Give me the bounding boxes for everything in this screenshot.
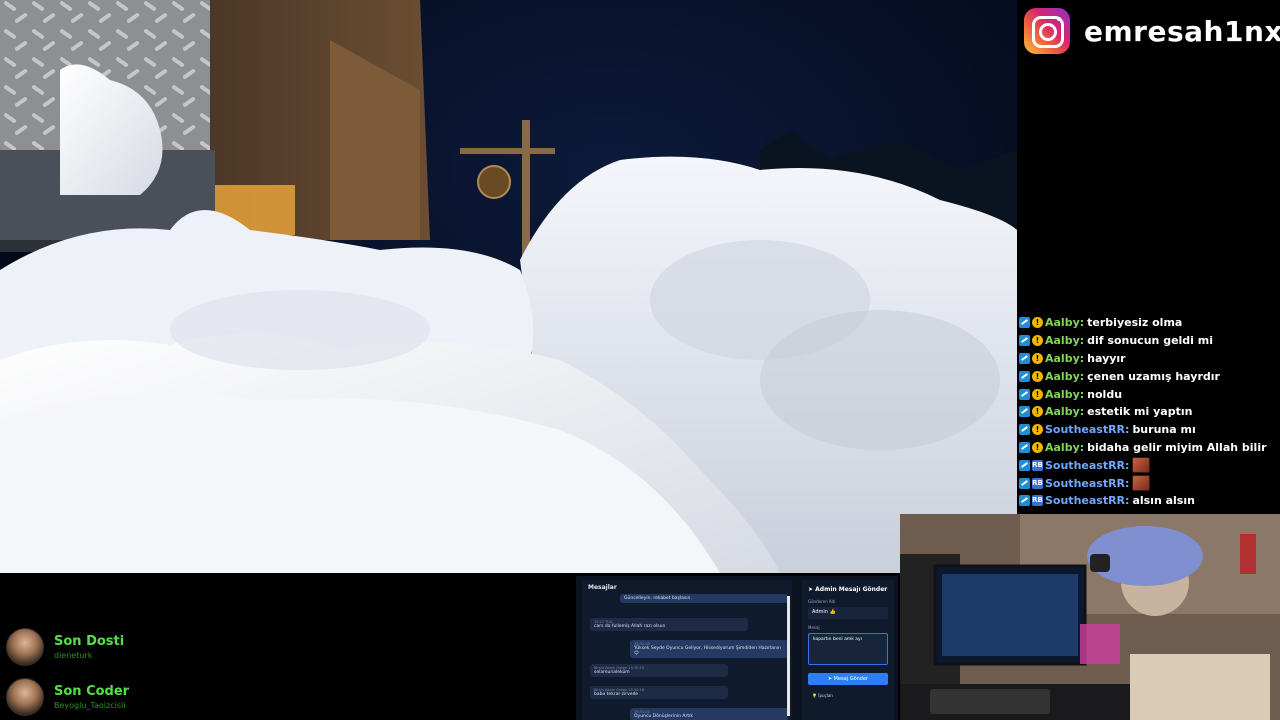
prime-badge-icon — [1019, 441, 1030, 453]
bubble-text: baba tekrar zirvede — [594, 692, 639, 697]
prime-badge-icon — [1019, 317, 1030, 329]
chat-message: ! Aalby: çenen uzamış hayrdır — [1019, 367, 1277, 385]
prime-badge-icon — [1019, 459, 1030, 471]
chat-username[interactable]: SoutheastRR: — [1045, 477, 1129, 490]
prime-badge-icon — [1019, 495, 1030, 507]
chat-text: dif sonucun geldi mi — [1087, 334, 1214, 348]
event-username: Beyoglu_Taoizcisli — [54, 701, 126, 710]
chat-text: çenen uzamış hayrdır — [1087, 369, 1220, 383]
warning-badge-icon: ! — [1032, 406, 1043, 418]
webcam-feed — [900, 514, 1280, 720]
chat-message: ! Aalby: bidaha gelir miyim Allah bilir — [1019, 439, 1277, 457]
chat-text: terbiyesiz olma — [1087, 316, 1183, 330]
chat-message: ! Aalby: estetik mi yaptın — [1019, 403, 1277, 421]
chat-text: estetik mi yaptın — [1087, 405, 1193, 419]
bubble-text: Güncelleyin, rekabet başlasın. — [624, 596, 692, 601]
warning-badge-icon: ! — [1032, 441, 1043, 453]
instagram-handle: emresah1nx — [1084, 14, 1280, 48]
warning-badge-icon: ! — [1032, 388, 1043, 400]
prime-badge-icon — [1019, 335, 1030, 347]
last-coder-event: Son Coder Beyoglu_Taoizcisli — [6, 678, 129, 716]
chat-text: alsın alsın — [1132, 494, 1195, 508]
bubble-text: Oyuncu Dönüşlerinin Artık — [634, 714, 693, 719]
chat-username[interactable]: Aalby: — [1045, 370, 1084, 383]
snow-scene — [0, 0, 1017, 573]
admin-message-bubble: 15:27 TUG cars da fullemiş Allah razı ols… — [590, 618, 748, 631]
prime-badge-icon — [1019, 370, 1030, 382]
messages-header: Mesajlar — [588, 584, 617, 591]
event-title: Son Coder — [54, 684, 130, 699]
bubble-text: cars da fullemiş Allah razı olsun — [594, 624, 666, 629]
prime-badge-icon — [1019, 424, 1030, 436]
instagram-header: emresah1nx — [1024, 6, 1280, 56]
subscriber-badge-icon: RB — [1032, 477, 1043, 489]
warning-badge-icon: ! — [1032, 424, 1043, 436]
instagram-icon — [1024, 8, 1070, 54]
prime-badge-icon — [1019, 352, 1030, 364]
chat-message: ! Aalby: hayyır — [1019, 350, 1277, 368]
admin-message-bubble: Birsin Adam Ovken 15:30:16 baba tekrar zi… — [590, 686, 728, 699]
chat-username[interactable]: Aalby: — [1045, 352, 1084, 365]
chat-message: ! SoutheastRR: buruna mı — [1019, 421, 1277, 439]
message-textarea[interactable]: kopartın beni amk ayı — [808, 633, 888, 665]
stream-video — [0, 0, 1017, 573]
subscriber-badge-icon: RB — [1032, 495, 1043, 507]
event-title: Son Dosti — [54, 634, 125, 649]
admin-message-bubble: 15:31:02 Oyuncu Dönüşlerinin Artık — [630, 708, 788, 720]
sender-label: Gönderen Adı — [808, 599, 836, 604]
chat-username[interactable]: Aalby: — [1045, 316, 1084, 329]
chat-username[interactable]: Aalby: — [1045, 441, 1084, 454]
chat-message: RB SoutheastRR: — [1019, 456, 1277, 474]
chat-emote-icon — [1132, 457, 1151, 474]
warning-badge-icon: ! — [1032, 317, 1043, 329]
prime-badge-icon — [1019, 477, 1030, 489]
last-donation-event: Son Dosti dieneturk — [6, 628, 124, 666]
chat-username[interactable]: Aalby: — [1045, 405, 1084, 418]
chat-overlay: ! Aalby: terbiyesiz olma! Aalby: dif sonucun… — [1019, 314, 1277, 510]
send-message-button[interactable]: ➤ Mesaj Gönder — [808, 673, 888, 685]
chat-text: bidaha gelir miyim Allah bilir — [1087, 440, 1267, 454]
chat-message: RB SoutheastRR: alsın alsın — [1019, 492, 1277, 510]
chat-emote-icon — [1132, 475, 1151, 492]
admin-message-bubble: 15:31:19 Yüksek Seyde Oyuncu Geliyor, His… — [630, 640, 788, 658]
chat-username[interactable]: Aalby: — [1045, 388, 1084, 401]
sender-input[interactable]: Admin 👍 — [808, 607, 888, 619]
chat-username[interactable]: SoutheastRR: — [1045, 494, 1129, 507]
bubble-text: Yüksek Seyde Oyuncu Geliyor, Hissediyoru… — [634, 646, 781, 656]
chat-username[interactable]: Aalby: — [1045, 334, 1084, 347]
warning-badge-icon: ! — [1032, 370, 1043, 382]
chat-username[interactable]: SoutheastRR: — [1045, 459, 1129, 472]
avatar — [6, 678, 44, 716]
chat-message: ! Aalby: dif sonucun geldi mi — [1019, 332, 1277, 350]
admin-message-bubble: Güncelleyin, rekabet başlasın. — [620, 594, 788, 603]
form-title: ➤ Admin Mesajı Gönder — [808, 586, 888, 593]
chat-message: RB SoutheastRR: — [1019, 474, 1277, 492]
chat-username[interactable]: SoutheastRR: — [1045, 423, 1129, 436]
message-label: Mesaj — [808, 625, 820, 630]
chat-text: hayyır — [1087, 351, 1126, 365]
avatar — [6, 628, 44, 666]
prime-badge-icon — [1019, 388, 1030, 400]
admin-message-bubble: Birsin Adam Ovken 15:30:15 selamunaleküm — [590, 664, 728, 677]
warning-badge-icon: ! — [1032, 335, 1043, 347]
chat-message: ! Aalby: terbiyesiz olma — [1019, 314, 1277, 332]
chat-message: ! Aalby: noldu — [1019, 385, 1277, 403]
admin-message-form: ➤ Admin Mesajı Gönder Gönderen Adı Admin… — [802, 580, 894, 720]
webcam-scene — [900, 514, 1280, 720]
tips-section: 💡 İpuçları — [812, 693, 834, 698]
messages-panel: Mesajlar Güncelleyin, rekabet başlasın. 1… — [582, 580, 792, 720]
admin-panel-screen: Mesajlar Güncelleyin, rekabet başlasın. 1… — [576, 576, 898, 720]
event-username: dieneturk — [54, 651, 93, 660]
warning-badge-icon: ! — [1032, 352, 1043, 364]
prime-badge-icon — [1019, 406, 1030, 418]
chat-text: noldu — [1087, 387, 1123, 401]
bubble-text: selamunaleküm — [594, 670, 630, 675]
subscriber-badge-icon: RB — [1032, 459, 1043, 471]
chat-text: buruna mı — [1132, 423, 1196, 437]
messages-scrollbar[interactable] — [787, 596, 790, 716]
